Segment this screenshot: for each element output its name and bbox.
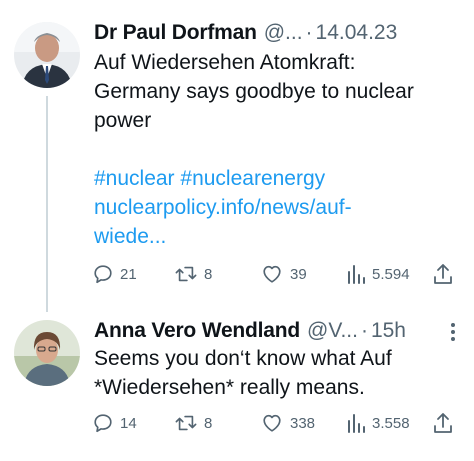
- heart-icon: [263, 265, 281, 283]
- reply-button[interactable]: 14: [92, 410, 137, 436]
- views-button[interactable]: 5.594: [346, 261, 410, 287]
- heart-icon: [263, 414, 281, 432]
- separator-dot: ·: [360, 319, 368, 342]
- profile-photo-woman-icon: [14, 320, 80, 386]
- tweet-anna-vero-wendland[interactable]: Anna Vero Wendland @V... · 15h Seems you…: [0, 308, 474, 461]
- avatar[interactable]: [14, 22, 80, 88]
- like-button[interactable]: 338: [260, 410, 315, 436]
- text-line: Seems you don‘t know what Auf: [94, 347, 392, 370]
- display-name[interactable]: Anna Vero Wendland: [94, 319, 300, 343]
- profile-photo-man-icon: [14, 22, 80, 88]
- retweet-button[interactable]: 8: [174, 261, 212, 287]
- user-handle[interactable]: @V...: [307, 319, 358, 343]
- views-icon: [348, 414, 365, 433]
- views-icon: [348, 265, 365, 284]
- avatar[interactable]: [14, 320, 80, 386]
- article-link-continued[interactable]: wiede...: [94, 222, 460, 251]
- action-bar: 14 8 338 3.558: [92, 410, 462, 436]
- like-count: 39: [290, 265, 307, 283]
- share-icon: [434, 413, 452, 433]
- retweet-icon: [175, 415, 197, 431]
- text-line: *Wiedersehen* really means.: [94, 376, 365, 399]
- user-handle[interactable]: @...: [264, 21, 303, 45]
- hashtags[interactable]: #nuclear #nuclearenergy: [94, 164, 460, 193]
- tweet-text: Auf Wiedersehen Atomkraft: Germany says …: [94, 48, 460, 251]
- retweet-button[interactable]: 8: [174, 410, 212, 436]
- view-count: 5.594: [372, 265, 410, 283]
- share-button[interactable]: [432, 410, 454, 436]
- timestamp[interactable]: 15h: [371, 319, 406, 343]
- retweet-icon: [175, 266, 197, 282]
- retweet-count: 8: [204, 265, 213, 283]
- text-line: Auf Wiedersehen Atomkraft:: [94, 51, 356, 74]
- text-line: power: [94, 109, 152, 132]
- retweet-count: 8: [204, 414, 213, 432]
- view-count: 3.558: [372, 414, 410, 432]
- more-icon: [451, 323, 455, 341]
- action-bar: 21 8 39 5.594: [92, 261, 462, 287]
- timestamp[interactable]: 14.04.23: [316, 21, 398, 45]
- reply-icon: [94, 265, 112, 284]
- reply-count: 21: [120, 265, 137, 283]
- like-button[interactable]: 39: [260, 261, 307, 287]
- tweet-header: Dr Paul Dorfman @... · 14.04.23: [94, 19, 464, 47]
- like-count: 338: [290, 414, 316, 432]
- views-button[interactable]: 3.558: [346, 410, 410, 436]
- share-icon: [434, 264, 452, 284]
- article-link[interactable]: nuclearpolicy.info/news/auf-: [94, 193, 460, 222]
- share-button[interactable]: [432, 261, 454, 287]
- reply-count: 14: [120, 414, 137, 432]
- tweet-text: Seems you don‘t know what Auf *Wiederseh…: [94, 344, 460, 402]
- separator-dot: ·: [305, 21, 313, 44]
- more-options-button[interactable]: [442, 320, 464, 344]
- display-name[interactable]: Dr Paul Dorfman: [94, 21, 257, 45]
- reply-button[interactable]: 21: [92, 261, 137, 287]
- tweet-paul-dorfman[interactable]: Dr Paul Dorfman @... · 14.04.23 Auf Wied…: [0, 0, 474, 300]
- reply-icon: [94, 414, 112, 433]
- text-line: Germany says goodbye to nuclear: [94, 80, 414, 103]
- tweet-header: Anna Vero Wendland @V... · 15h: [94, 317, 434, 345]
